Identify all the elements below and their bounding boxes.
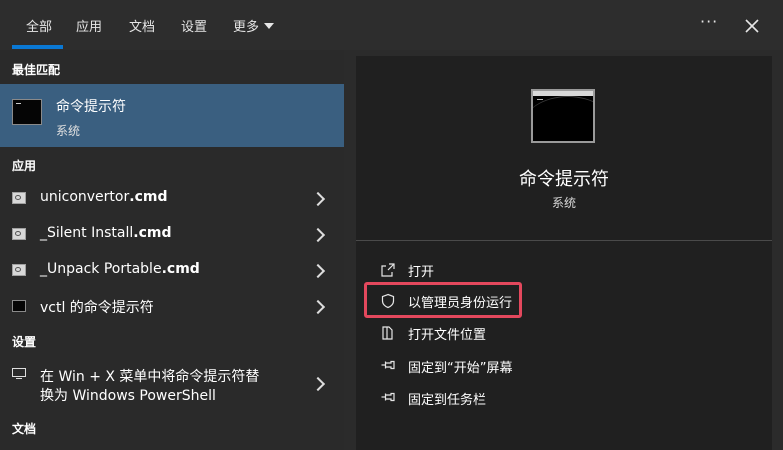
- command-prompt-large-icon: [531, 89, 595, 143]
- active-tab-indicator: [12, 45, 63, 49]
- settings-heading: 设置: [12, 335, 37, 349]
- search-tab-bar: 全部 应用 文档 设置 更多 ···: [0, 0, 783, 50]
- folder-icon: [382, 326, 393, 340]
- batch-file-icon: [12, 264, 26, 276]
- command-prompt-icon: [12, 99, 42, 125]
- action-pin-to-start-label: 固定到“开始”屏幕: [408, 361, 513, 376]
- best-match-heading: 最佳匹配: [12, 63, 61, 77]
- action-pin-to-taskbar-label: 固定到任务栏: [408, 393, 487, 408]
- highlight-box: [364, 282, 522, 318]
- open-icon: [381, 263, 395, 277]
- pin-icon: [381, 392, 395, 402]
- detail-title: 命令提示符: [519, 169, 609, 190]
- best-match-item[interactable]: [0, 84, 344, 147]
- app-name: vctl 的命令提示符: [40, 300, 154, 316]
- best-match-title: 命令提示符: [56, 99, 126, 115]
- tab-more[interactable]: 更多: [233, 16, 275, 35]
- app-name: uniconvertor.cmd: [40, 189, 168, 205]
- command-prompt-icon: [12, 300, 26, 312]
- detail-subtitle: 系统: [551, 196, 576, 210]
- documents-heading: 文档: [12, 422, 37, 436]
- action-open-label: 打开: [408, 265, 435, 280]
- pin-icon: [381, 360, 395, 370]
- tab-all[interactable]: 全部: [26, 16, 52, 35]
- tab-documents[interactable]: 文档: [129, 16, 155, 35]
- app-name: _Unpack Portable.cmd: [40, 261, 200, 277]
- settings-item-line2: 换为 Windows PowerShell: [40, 388, 216, 404]
- tab-apps[interactable]: 应用: [76, 16, 102, 35]
- tab-more-label: 更多: [233, 20, 260, 35]
- tab-settings[interactable]: 设置: [181, 16, 207, 35]
- settings-item-line1: 在 Win + X 菜单中将命令提示符替: [40, 369, 260, 385]
- chevron-down-icon: [264, 23, 275, 29]
- close-icon: [745, 19, 759, 33]
- best-match-subtitle: 系统: [56, 124, 81, 138]
- close-button[interactable]: [738, 12, 766, 40]
- app-name: _Silent Install.cmd: [40, 225, 172, 241]
- monitor-icon: [12, 368, 26, 379]
- divider: [356, 240, 772, 241]
- batch-file-icon: [12, 228, 26, 240]
- action-open-file-location-label: 打开文件位置: [408, 328, 487, 343]
- apps-heading: 应用: [12, 159, 37, 173]
- batch-file-icon: [12, 192, 26, 204]
- more-options-button[interactable]: ···: [700, 12, 718, 31]
